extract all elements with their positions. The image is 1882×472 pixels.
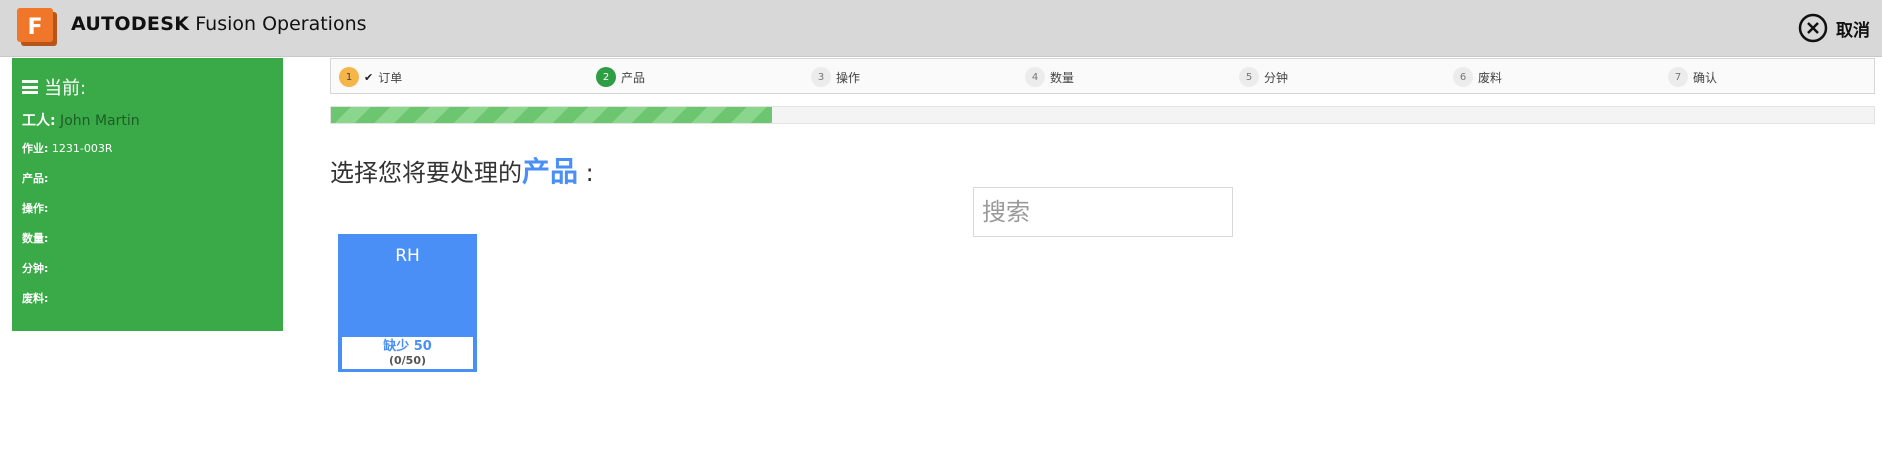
worker-value: John Martin xyxy=(55,113,140,129)
panel-title-text: 当前: xyxy=(44,78,87,99)
current-info-panel: 当前: 工人: John Martin 作业: 1231-003R 产品: 操作… xyxy=(12,58,283,331)
prompt-prefix: 选择您将要处理的 xyxy=(330,159,522,187)
logo-letter: F xyxy=(27,15,42,40)
step-label: 产品 xyxy=(621,70,646,85)
step-number: 2 xyxy=(596,67,616,87)
fusion-logo-icon: F xyxy=(17,8,57,46)
step-label: 分钟 xyxy=(1264,70,1289,85)
progress-fill xyxy=(331,107,773,123)
job-row: 作业: 1231-003R xyxy=(22,134,273,164)
step-label: 操作 xyxy=(836,70,861,85)
step-label: 订单 xyxy=(378,70,403,85)
worker-row: 工人: John Martin xyxy=(22,108,273,134)
step-number: 5 xyxy=(1239,67,1259,87)
search-input[interactable] xyxy=(973,187,1233,237)
brand-product: Fusion Operations xyxy=(189,13,367,35)
progress-bar xyxy=(330,106,1875,124)
operation-row: 操作: xyxy=(22,194,273,224)
job-label: 作业: xyxy=(22,142,49,155)
step-scrap[interactable]: 6 废料 xyxy=(1453,67,1502,87)
step-wizard: 1 ✔ 订单 2 产品 3 操作 4 数量 5 分钟 6 废料 7 确认 xyxy=(330,58,1875,94)
cancel-button[interactable]: 取消 xyxy=(1798,13,1870,43)
step-number: 3 xyxy=(811,67,831,87)
cancel-label: 取消 xyxy=(1836,20,1870,41)
prompt-suffix: : xyxy=(578,159,594,187)
product-count: (0/50) xyxy=(388,354,427,367)
scrap-label: 废料: xyxy=(22,292,49,305)
minutes-label: 分钟: xyxy=(22,262,49,275)
app-title: AUTODESK Fusion Operations xyxy=(71,13,367,35)
step-number: 1 xyxy=(339,67,359,87)
close-circle-icon xyxy=(1798,13,1828,43)
panel-title: 当前: xyxy=(22,74,273,100)
brand-autodesk: AUTODESK xyxy=(71,13,190,35)
step-label: 数量 xyxy=(1050,70,1075,85)
job-value: 1231-003R xyxy=(48,142,113,155)
step-minutes[interactable]: 5 分钟 xyxy=(1239,67,1288,87)
page-prompt: 选择您将要处理的产品 : xyxy=(330,150,594,190)
product-card-rh[interactable]: RH 缺少 50 (0/50) xyxy=(338,234,477,372)
step-order[interactable]: 1 ✔ 订单 xyxy=(339,67,402,87)
product-status-box: 缺少 50 (0/50) xyxy=(342,337,473,369)
quantity-label: 数量: xyxy=(22,232,49,245)
step-number: 6 xyxy=(1453,67,1473,87)
minutes-row: 分钟: xyxy=(22,254,273,284)
step-confirm[interactable]: 7 确认 xyxy=(1668,67,1717,87)
checkmark-icon: ✔ xyxy=(364,70,374,84)
worker-label: 工人: xyxy=(22,113,56,129)
step-label: 废料 xyxy=(1478,70,1503,85)
menu-icon xyxy=(22,80,38,94)
operation-label: 操作: xyxy=(22,202,49,215)
step-number: 7 xyxy=(1668,67,1688,87)
product-name: RH xyxy=(395,246,420,266)
prompt-highlight: 产品 xyxy=(522,155,579,188)
step-label: 确认 xyxy=(1693,70,1718,85)
step-operation[interactable]: 3 操作 xyxy=(811,67,860,87)
scrap-row: 废料: xyxy=(22,284,273,314)
product-shortage: 缺少 50 xyxy=(383,339,432,354)
product-label: 产品: xyxy=(22,172,49,185)
product-row: 产品: xyxy=(22,164,273,194)
quantity-row: 数量: xyxy=(22,224,273,254)
top-bar: F AUTODESK Fusion Operations 取消 xyxy=(0,0,1882,57)
step-number: 4 xyxy=(1025,67,1045,87)
step-product[interactable]: 2 产品 xyxy=(596,67,645,87)
step-quantity[interactable]: 4 数量 xyxy=(1025,67,1074,87)
